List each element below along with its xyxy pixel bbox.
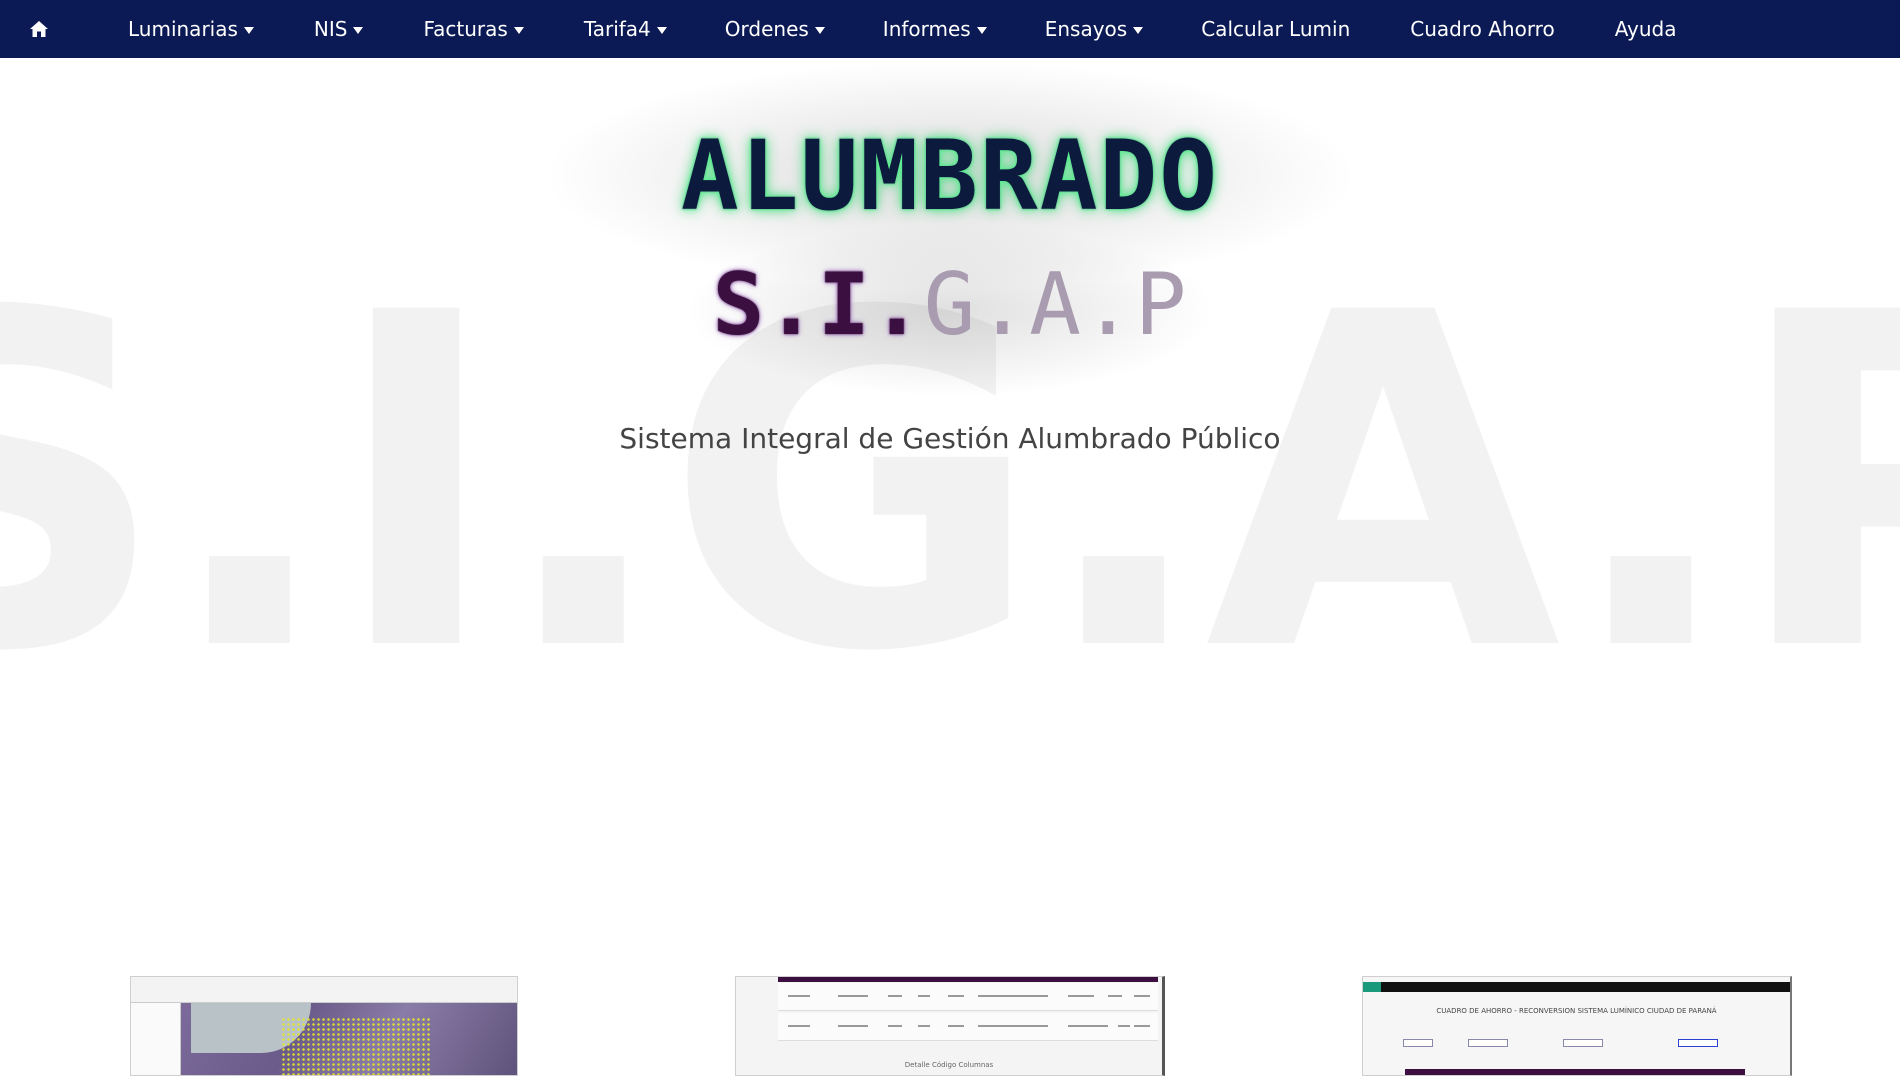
nav-nis-label: NIS bbox=[313, 17, 348, 41]
nav-tarifa4-label: Tarifa4 bbox=[583, 17, 651, 41]
thumbnail-savings-input bbox=[1678, 1039, 1718, 1047]
nav-informes-label: Informes bbox=[882, 17, 971, 41]
caret-down-icon bbox=[814, 26, 825, 34]
main-navbar: Luminarias NIS Facturas Tarifa4 Ordenes … bbox=[0, 0, 1900, 58]
nav-ordenes-label: Ordenes bbox=[724, 17, 809, 41]
nav-informes[interactable]: Informes bbox=[883, 0, 987, 58]
thumbnail-table-caption: Detalle Código Columnas bbox=[904, 1061, 994, 1069]
thumbnail-savings-input bbox=[1403, 1039, 1433, 1047]
thumbnail-savings[interactable]: CUADRO DE AHORRO - RECONVERSION SISTEMA … bbox=[1362, 976, 1792, 1076]
hero-acronym: S.I.G.A.P bbox=[0, 262, 1900, 348]
caret-down-icon bbox=[353, 26, 364, 34]
hero-subtitle: Sistema Integral de Gestión Alumbrado Pú… bbox=[619, 422, 1281, 455]
thumbnail-savings-input bbox=[1468, 1039, 1508, 1047]
caret-down-icon bbox=[976, 26, 987, 34]
home-button[interactable] bbox=[0, 0, 78, 58]
thumbnail-map-sidebar bbox=[131, 1003, 181, 1075]
nav-ayuda-label: Ayuda bbox=[1614, 17, 1677, 41]
nav-luminarias-label: Luminarias bbox=[128, 17, 238, 41]
thumbnail-map[interactable] bbox=[130, 976, 518, 1076]
nav-ensayos-label: Ensayos bbox=[1044, 17, 1128, 41]
nav-facturas-label: Facturas bbox=[423, 17, 508, 41]
thumbnail-table[interactable]: Detalle Código Columnas bbox=[735, 976, 1165, 1076]
thumbnail-savings-title: CUADRO DE AHORRO - RECONVERSION SISTEMA … bbox=[1436, 1007, 1717, 1015]
nav-ordenes[interactable]: Ordenes bbox=[725, 0, 825, 58]
nav-cuadro-ahorro-label: Cuadro Ahorro bbox=[1410, 17, 1555, 41]
nav-facturas[interactable]: Facturas bbox=[423, 0, 524, 58]
nav-calcular-lumin[interactable]: Calcular Lumin bbox=[1201, 0, 1350, 58]
caret-down-icon bbox=[513, 26, 524, 34]
thumbnail-savings-footer bbox=[1405, 1069, 1745, 1075]
hero-acronym-bold: S.I. bbox=[712, 255, 924, 355]
table-row bbox=[778, 983, 1158, 1011]
caret-down-icon bbox=[1133, 26, 1144, 34]
thumbnail-savings-input bbox=[1563, 1039, 1603, 1047]
caret-down-icon bbox=[243, 26, 254, 34]
hero-title: ALUMBRADO bbox=[680, 120, 1220, 232]
nav-luminarias[interactable]: Luminarias bbox=[128, 0, 254, 58]
nav-ensayos[interactable]: Ensayos bbox=[1044, 0, 1144, 58]
thumbnail-savings-navbar bbox=[1363, 982, 1790, 992]
nav-ayuda[interactable]: Ayuda bbox=[1615, 0, 1677, 58]
thumbnail-map-points bbox=[281, 1017, 431, 1075]
nav-nis[interactable]: NIS bbox=[314, 0, 364, 58]
hero-acronym-light: G.A.P bbox=[923, 255, 1188, 355]
thumbnail-savings-home bbox=[1363, 982, 1381, 992]
home-icon bbox=[30, 21, 48, 37]
nav-tarifa4[interactable]: Tarifa4 bbox=[584, 0, 667, 58]
table-row bbox=[778, 1013, 1158, 1041]
nav-cuadro-ahorro[interactable]: Cuadro Ahorro bbox=[1410, 0, 1554, 58]
caret-down-icon bbox=[656, 26, 667, 34]
thumbnail-table-header bbox=[778, 977, 1158, 982]
nav-calcular-lumin-label: Calcular Lumin bbox=[1201, 17, 1351, 41]
thumbnail-map-toolbar bbox=[131, 977, 517, 1003]
